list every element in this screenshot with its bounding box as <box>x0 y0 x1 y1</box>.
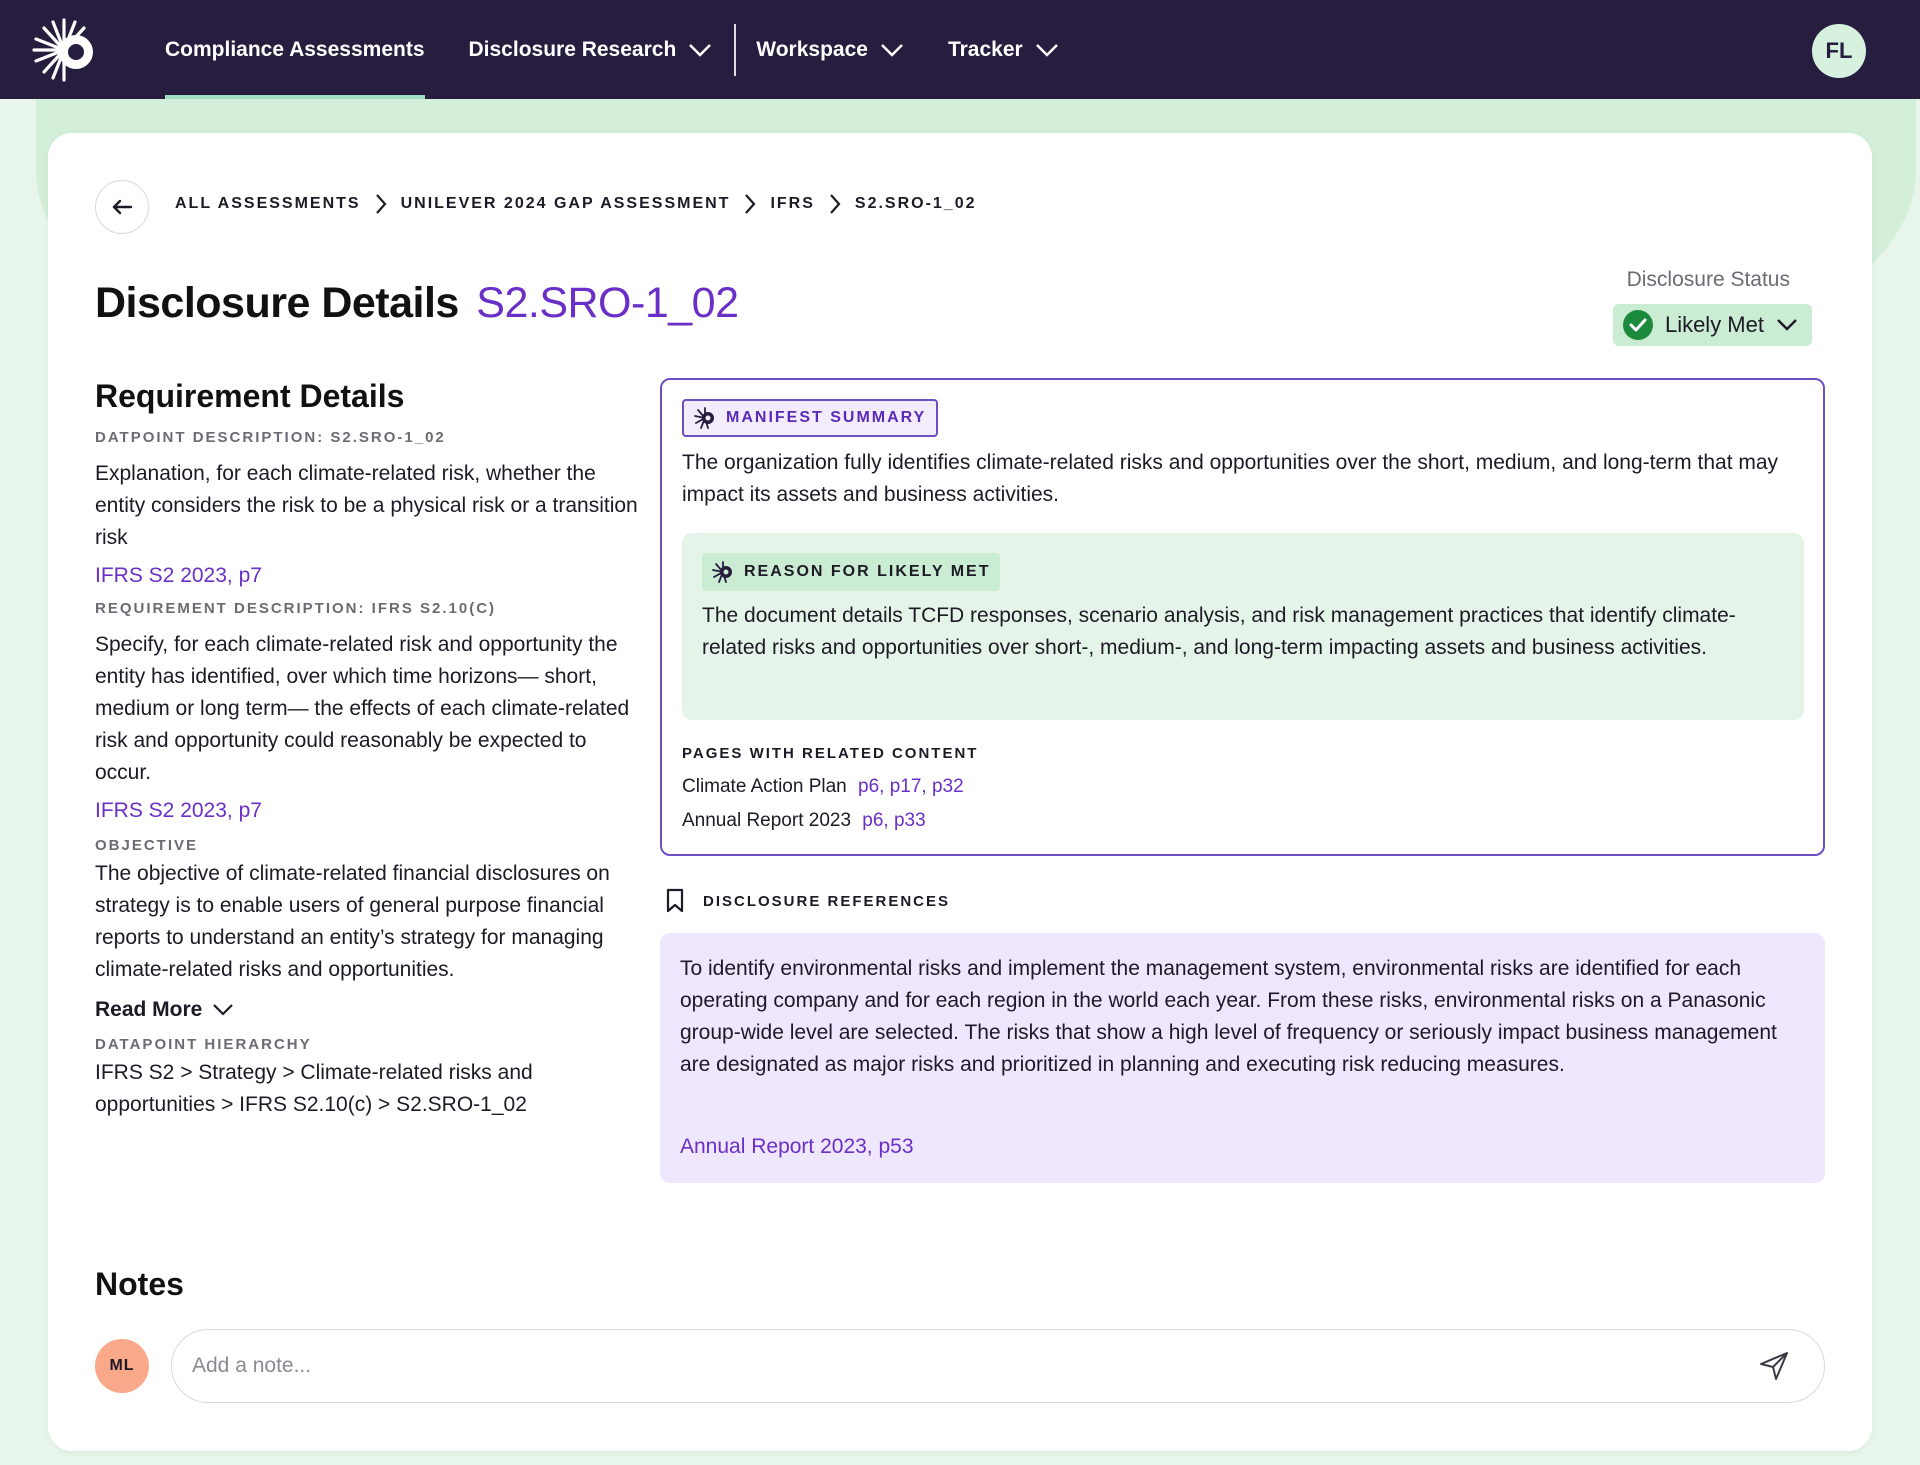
objective-label: OBJECTIVE <box>95 837 199 854</box>
chevron-right-icon <box>830 194 841 214</box>
page-doc-name: Climate Action Plan <box>682 776 847 797</box>
requirement-source-link[interactable]: IFRS S2 2023, p7 <box>95 799 640 823</box>
manifest-summary-panel: MANIFEST SUMMARY The organization fully … <box>660 378 1825 856</box>
datapoint-label: DATPOINT DESCRIPTION: S2.SRO-1_02 <box>95 429 446 446</box>
datapoint-source-link[interactable]: IFRS S2 2023, p7 <box>95 564 640 588</box>
main-nav: Compliance Assessments Disclosure Resear… <box>165 0 1103 99</box>
nav-disclosure-research[interactable]: Disclosure Research <box>469 0 713 99</box>
nav-tracker[interactable]: Tracker <box>948 0 1059 99</box>
reason-badge: REASON FOR LIKELY MET <box>702 553 1001 591</box>
breadcrumb-current: S2.SRO-1_02 <box>854 195 977 212</box>
requirement-label: REQUIREMENT DESCRIPTION: IFRS S2.10(C) <box>95 600 497 617</box>
manifest-summary-text: The organization fully identifies climat… <box>682 451 1779 506</box>
spark-icon <box>694 407 714 429</box>
breadcrumb-framework[interactable]: IFRS <box>770 195 814 213</box>
top-navbar: Compliance Assessments Disclosure Resear… <box>0 0 1920 99</box>
back-button[interactable] <box>95 180 149 234</box>
chevron-down-icon <box>1035 43 1058 57</box>
disclosure-references-header: DISCLOSURE REFERENCES <box>665 888 950 914</box>
arrow-left-icon <box>112 199 133 215</box>
reason-text: The document details TCFD responses, sce… <box>702 604 1736 659</box>
chevron-down-icon <box>689 43 712 57</box>
status-value: Likely Met <box>1664 312 1764 337</box>
pages-label: PAGES WITH RELATED CONTENT <box>682 745 979 762</box>
manifest-summary-label: MANIFEST SUMMARY <box>726 409 927 426</box>
nav-label: Disclosure Research <box>468 37 677 61</box>
page-title-text: Disclosure Details <box>95 279 459 327</box>
page-title: Disclosure Details S2.SRO-1_02 <box>95 279 739 328</box>
brand-logo-icon[interactable] <box>30 16 98 84</box>
hierarchy-label: DATAPOINT HIERARCHY <box>95 1036 312 1053</box>
objective-text: The objective of climate-related financi… <box>95 862 610 981</box>
chevron-down-icon <box>1777 319 1797 331</box>
nav-label: Compliance Assessments <box>165 37 425 61</box>
notes-title: Notes <box>95 1266 184 1302</box>
page-doc-name: Annual Report 2023 <box>682 810 852 831</box>
read-more-button[interactable]: Read More <box>95 998 640 1022</box>
pages-row: Climate Action Plan p6, p17, p32 <box>682 776 964 798</box>
reference-source-link[interactable]: Annual Report 2023, p53 <box>680 1135 914 1159</box>
breadcrumb-all-assessments[interactable]: ALL ASSESSMENTS <box>175 195 361 213</box>
nav-label: Workspace <box>756 37 868 61</box>
note-author-avatar: ML <box>95 1339 149 1393</box>
send-note-button[interactable] <box>1754 1346 1794 1386</box>
page-title-code: S2.SRO-1_02 <box>476 279 739 327</box>
reason-panel: REASON FOR LIKELY MET The document detai… <box>682 533 1804 720</box>
chevron-down-icon <box>213 1004 234 1016</box>
disclosure-references-panel: To identify environmental risks and impl… <box>660 933 1825 1183</box>
chevron-right-icon <box>745 194 756 214</box>
hierarchy-text: IFRS S2 > Strategy > Climate-related ris… <box>95 1061 533 1116</box>
chevron-right-icon <box>375 194 387 214</box>
nav-label: Tracker <box>947 37 1023 61</box>
status-dropdown[interactable]: Likely Met <box>1612 304 1812 346</box>
spark-icon <box>712 561 732 583</box>
requirement-details: Requirement Details DATPOINT DESCRIPTION… <box>95 378 640 1121</box>
pages-row: Annual Report 2023 p6, p33 <box>682 810 926 832</box>
page-links[interactable]: p6, p33 <box>862 810 925 831</box>
read-more-label: Read More <box>95 998 203 1021</box>
send-icon <box>1760 1352 1788 1380</box>
breadcrumb-assessment[interactable]: UNILEVER 2024 GAP ASSESSMENT <box>401 195 731 213</box>
page-links[interactable]: p6, p17, p32 <box>858 776 964 797</box>
bookmark-icon <box>666 888 684 913</box>
nav-workspace[interactable]: Workspace <box>756 0 904 99</box>
reference-text: To identify environmental risks and impl… <box>680 957 1777 1076</box>
disclosure-details-card: ALL ASSESSMENTS UNILEVER 2024 GAP ASSESS… <box>48 133 1872 1451</box>
datapoint-description: Explanation, for each climate-related ri… <box>95 462 638 549</box>
reason-label: REASON FOR LIKELY MET <box>744 563 991 580</box>
manifest-summary-badge: MANIFEST SUMMARY <box>682 399 939 437</box>
check-circle-icon <box>1622 310 1653 340</box>
note-input-container <box>171 1329 1825 1403</box>
chevron-down-icon <box>881 43 903 57</box>
nav-compliance-assessments[interactable]: Compliance Assessments <box>165 0 425 99</box>
breadcrumb: ALL ASSESSMENTS UNILEVER 2024 GAP ASSESS… <box>175 193 977 215</box>
user-avatar[interactable]: FL <box>1812 24 1866 78</box>
requirement-description: Specify, for each climate-related risk a… <box>95 633 630 784</box>
status-label: Disclosure Status <box>1626 268 1790 291</box>
requirement-title: Requirement Details <box>95 378 405 414</box>
nav-divider <box>734 23 737 76</box>
disclosure-references-label: DISCLOSURE REFERENCES <box>703 892 951 910</box>
note-input[interactable] <box>192 1336 1754 1396</box>
